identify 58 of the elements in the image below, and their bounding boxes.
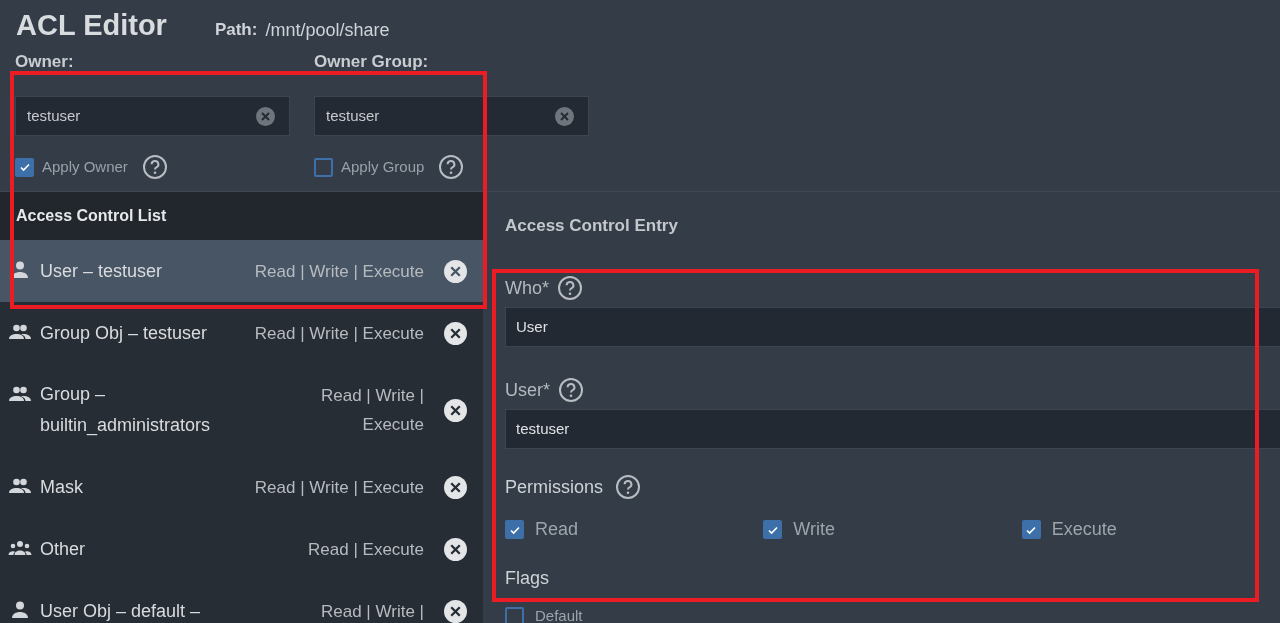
entry-name: User – testuser xyxy=(40,259,164,283)
entry-name: Mask xyxy=(40,475,84,499)
list-item[interactable]: User Obj – default – Read | Write | xyxy=(0,580,483,623)
list-item[interactable]: Group Obj – testuser Read | Write | Execute xyxy=(0,302,483,364)
checkbox-label: Default xyxy=(535,606,583,623)
select-field[interactable]: testuser xyxy=(15,96,290,136)
checkbox-label: Apply Group xyxy=(341,156,425,177)
remove-icon[interactable] xyxy=(444,537,467,561)
section-label: Permissions xyxy=(505,475,604,499)
field-label: User* xyxy=(505,378,550,402)
checkbox[interactable] xyxy=(314,157,333,177)
entry-permissions: Read | Write | Execute xyxy=(254,260,424,283)
entry-permissions: Read | Execute xyxy=(308,538,424,561)
entry-name: Group Obj – testuser xyxy=(40,321,209,345)
list-item[interactable]: Mask Read | Write | Execute xyxy=(0,456,483,518)
list-item[interactable]: User – testuser Read | Write | Execute xyxy=(0,240,483,302)
help-icon[interactable] xyxy=(557,275,583,301)
list-item[interactable]: Other Read | Execute xyxy=(0,518,483,580)
checkbox-label: Read xyxy=(535,518,579,541)
help-icon[interactable] xyxy=(558,377,584,403)
field-label: Owner: xyxy=(15,53,74,71)
checkbox[interactable] xyxy=(1021,520,1041,539)
remove-icon[interactable] xyxy=(444,475,467,499)
remove-icon[interactable] xyxy=(444,599,467,623)
checkbox-label: Apply Owner xyxy=(42,156,128,177)
entry-name: User Obj – default – xyxy=(40,599,202,623)
remove-icon[interactable] xyxy=(444,398,467,422)
input-field[interactable]: User xyxy=(505,307,1280,347)
help-icon[interactable] xyxy=(438,154,465,180)
checkbox[interactable] xyxy=(763,520,783,539)
checkbox-label: Execute xyxy=(1051,518,1117,541)
remove-icon[interactable] xyxy=(444,259,467,283)
remove-icon[interactable] xyxy=(444,321,467,345)
checkbox[interactable] xyxy=(505,520,524,539)
field-label: Who* xyxy=(505,276,549,300)
input-field[interactable]: testuser xyxy=(505,409,1280,449)
help-icon[interactable] xyxy=(615,474,642,500)
checkbox[interactable] xyxy=(15,157,34,177)
clear-icon[interactable] xyxy=(555,106,574,126)
entry-permissions: Read | Write | Execute xyxy=(320,385,424,436)
checkbox-label: Write xyxy=(793,518,835,541)
entry-name: Group – builtin_administrators xyxy=(40,383,212,438)
path-value: /mnt/pool/share xyxy=(265,19,390,42)
checkbox[interactable] xyxy=(505,606,524,623)
entry-name: Other xyxy=(40,537,87,561)
entry-permissions: Read | Write | xyxy=(321,600,424,623)
clear-icon[interactable] xyxy=(256,106,275,126)
entry-permissions: Read | Write | Execute xyxy=(254,476,424,499)
select-field[interactable]: testuser xyxy=(314,96,589,136)
page-title: ACL Editor xyxy=(16,8,167,43)
list-header: Access Control List xyxy=(0,192,483,240)
list-item[interactable]: Group – builtin_administrators Read | Write | Execute xyxy=(0,364,483,456)
entry-permissions: Read | Write | Execute xyxy=(254,322,424,345)
help-icon[interactable] xyxy=(141,154,168,180)
path-label: Path: xyxy=(214,19,258,41)
section-label: Flags xyxy=(505,566,549,590)
section-title: Access Control Entry xyxy=(505,215,679,238)
field-label: Owner Group: xyxy=(314,53,429,71)
